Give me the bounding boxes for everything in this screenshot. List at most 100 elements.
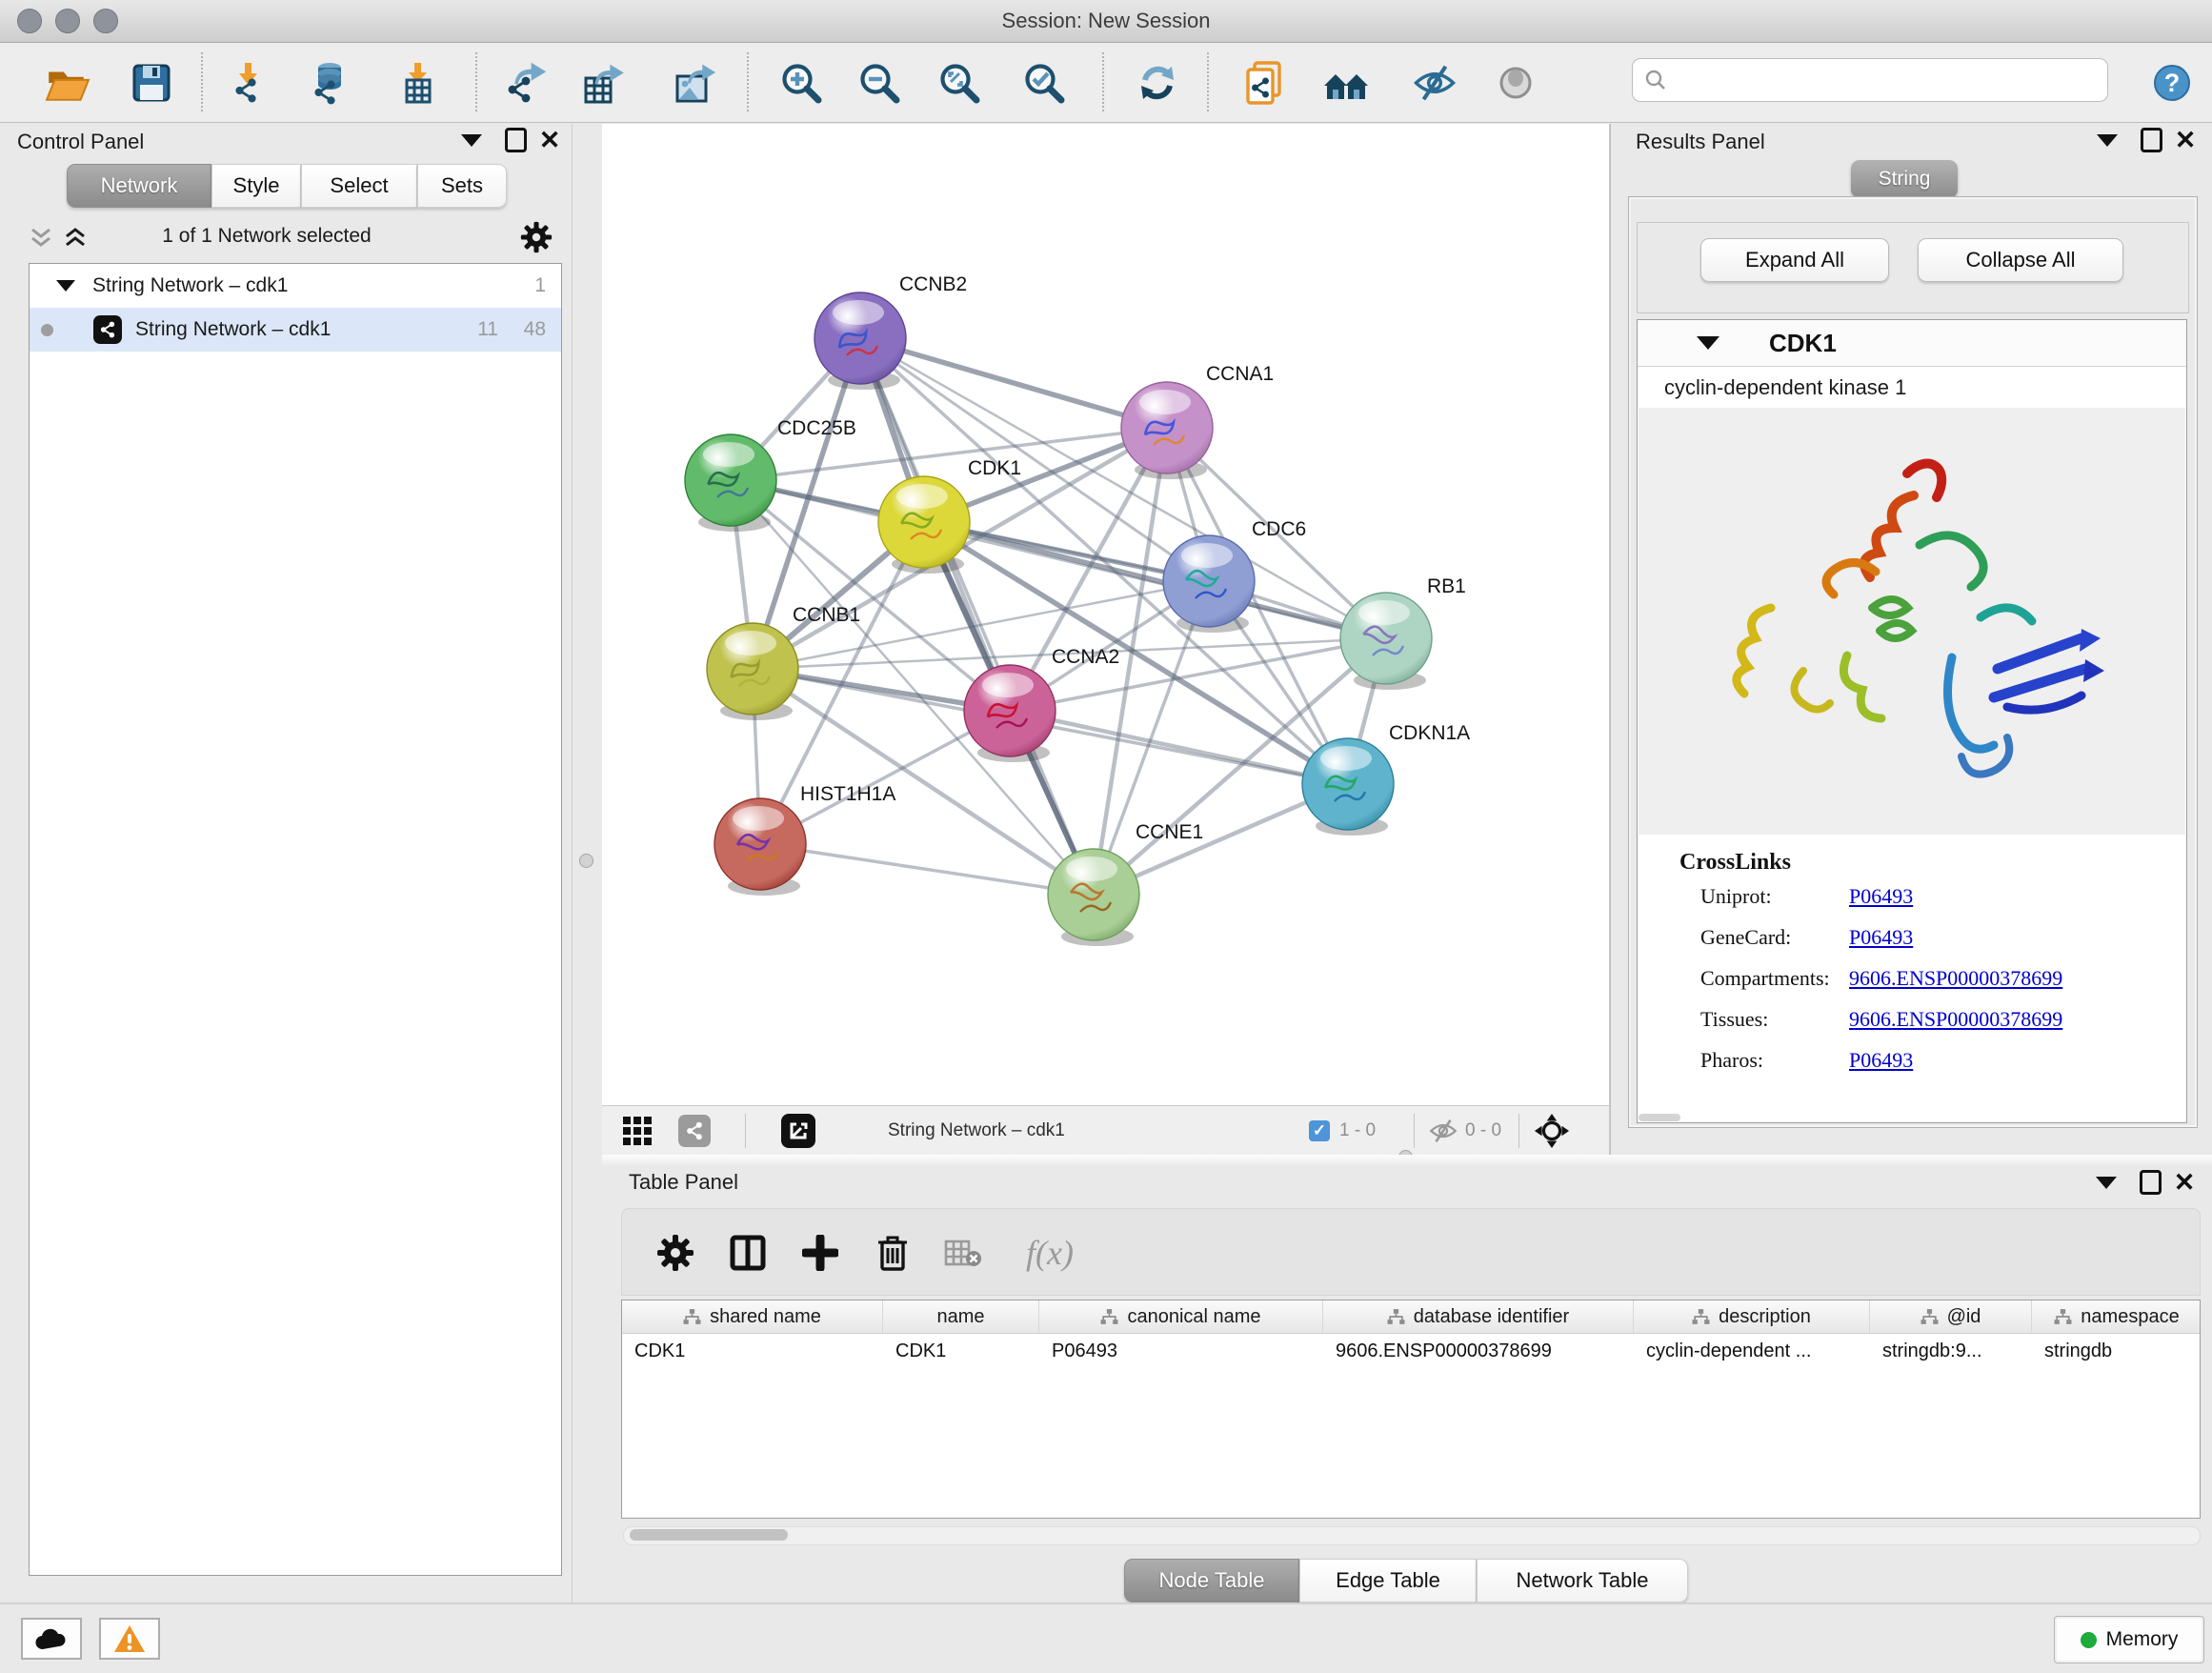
zoom-in-button[interactable] xyxy=(775,56,827,110)
warnings-button[interactable] xyxy=(99,1618,160,1660)
splitter-handle[interactable] xyxy=(579,854,593,868)
cell-database-identifier[interactable]: 9606.ENSP00000378699 xyxy=(1323,1335,1634,1367)
open-session-button[interactable] xyxy=(42,56,93,110)
network-edge-HIST1H1A-CCNE1[interactable] xyxy=(760,844,1094,895)
refresh-layout-button[interactable] xyxy=(1132,56,1183,110)
left-splitter[interactable] xyxy=(572,124,603,1602)
function-builder-button[interactable]: f(x) xyxy=(1007,1226,1093,1280)
tab-style[interactable]: Style xyxy=(211,164,301,208)
export-image-button[interactable] xyxy=(670,56,721,110)
network-collection-row[interactable]: String Network – cdk1 1 xyxy=(30,264,561,308)
selected-checkbox-icon[interactable]: ✓ xyxy=(1309,1120,1330,1141)
column-header-shared-name[interactable]: shared name xyxy=(622,1300,883,1333)
column-header-description[interactable]: description xyxy=(1634,1300,1870,1333)
show-columns-button[interactable] xyxy=(721,1226,774,1280)
tab-network[interactable]: Network xyxy=(67,164,211,208)
network-node-RB1[interactable]: RB1 xyxy=(1340,575,1466,690)
create-column-button[interactable] xyxy=(794,1226,847,1280)
table-options-button[interactable] xyxy=(649,1226,702,1280)
tree-expand-icon[interactable] xyxy=(56,280,75,292)
tab-sets[interactable]: Sets xyxy=(417,164,507,208)
cell-description[interactable]: cyclin-dependent ... xyxy=(1634,1335,1870,1367)
memory-button[interactable]: Memory xyxy=(2054,1616,2204,1663)
import-network-database-button[interactable] xyxy=(303,56,354,110)
share-document-button[interactable] xyxy=(1239,56,1291,110)
results-panel: Results Panel ✕ String Expand All Collap… xyxy=(1610,124,2212,1155)
help-button[interactable]: ? xyxy=(2146,56,2198,110)
import-network-file-button[interactable] xyxy=(222,56,273,110)
network-node-CDKN1A[interactable]: CDKN1A xyxy=(1302,722,1470,836)
control-panel-collapse-button[interactable] xyxy=(455,126,488,154)
delete-column-button[interactable] xyxy=(866,1226,919,1280)
save-session-button[interactable] xyxy=(126,56,177,110)
cell-namespace[interactable]: stringdb xyxy=(2032,1335,2202,1367)
tissues-link[interactable]: 9606.ENSP00000378699 xyxy=(1849,1007,2062,1032)
open-browser-button[interactable] xyxy=(1320,56,1372,110)
cell-shared-name[interactable]: CDK1 xyxy=(622,1335,883,1367)
column-header-name[interactable]: name xyxy=(883,1300,1039,1333)
hidden-counter: 0 - 0 xyxy=(1429,1106,1501,1156)
column-header-namespace[interactable]: namespace xyxy=(2032,1300,2202,1333)
cell-name[interactable]: CDK1 xyxy=(883,1335,1039,1367)
results-panel-title: Results Panel xyxy=(1636,130,1765,154)
tab-string[interactable]: String xyxy=(1851,160,1958,198)
hide-annotations-button[interactable] xyxy=(1409,56,1460,110)
export-table-button[interactable] xyxy=(578,56,630,110)
network-node-CCNB2[interactable]: CCNB2 xyxy=(814,273,967,390)
columns-icon xyxy=(729,1234,767,1272)
network-node-HIST1H1A[interactable]: HIST1H1A xyxy=(714,783,895,896)
results-panel-float-button[interactable] xyxy=(2135,126,2167,154)
node-label-CCNB1: CCNB1 xyxy=(793,604,860,626)
network-edge-CCNB2-CCNA1[interactable] xyxy=(860,338,1167,428)
column-header-database-identifier[interactable]: database identifier xyxy=(1323,1300,1634,1333)
birdseye-toggle-button[interactable] xyxy=(781,1106,815,1156)
section-collapse-icon[interactable] xyxy=(1697,336,1719,350)
expand-all-chevrons-icon[interactable] xyxy=(63,227,88,250)
fit-content-button[interactable] xyxy=(1534,1106,1570,1156)
delete-table-button[interactable] xyxy=(936,1226,990,1280)
zoom-out-button[interactable] xyxy=(854,56,905,110)
table-panel-float-button[interactable] xyxy=(2134,1168,2166,1197)
collapse-all-button[interactable]: Collapse All xyxy=(1918,238,2123,282)
network-edge-CCNA2-CDKN1A[interactable] xyxy=(1010,711,1348,784)
network-node-CDK1[interactable]: CDK1 xyxy=(878,457,1021,574)
tab-node-table[interactable]: Node Table xyxy=(1124,1559,1299,1602)
network-node-CCNA1[interactable]: CCNA1 xyxy=(1121,363,1274,479)
scrollbar-thumb[interactable] xyxy=(630,1529,788,1541)
cell-canonical-name[interactable]: P06493 xyxy=(1039,1335,1323,1367)
tab-select[interactable]: Select xyxy=(301,164,417,208)
pharos-link[interactable]: P06493 xyxy=(1849,1048,1913,1073)
zoom-fit-button[interactable] xyxy=(934,56,985,110)
network-node-CCNB1[interactable]: CCNB1 xyxy=(707,604,860,720)
table-panel-close-button[interactable]: ✕ xyxy=(2168,1168,2201,1197)
compartments-link[interactable]: 9606.ENSP00000378699 xyxy=(1849,966,2062,991)
collapse-all-chevrons-icon[interactable] xyxy=(29,227,53,250)
network-row[interactable]: String Network – cdk1 11 48 xyxy=(30,308,561,352)
expand-all-button[interactable]: Expand All xyxy=(1700,238,1889,282)
uniprot-link[interactable]: P06493 xyxy=(1849,884,1913,909)
table-horizontal-scrollbar[interactable] xyxy=(623,1526,2201,1545)
network-canvas[interactable]: CCNB2CCNA1CDC25BCDK1CDC6RB1CCNB1CCNA2CDK… xyxy=(602,124,1610,1105)
results-panel-collapse-button[interactable] xyxy=(2091,126,2123,154)
results-scrollbar-thumb[interactable] xyxy=(1639,1114,1680,1121)
cell-id[interactable]: stringdb:9... xyxy=(1870,1335,2032,1367)
gear-icon[interactable] xyxy=(520,221,553,253)
column-header-id[interactable]: @id xyxy=(1870,1300,2032,1333)
view-grid-button[interactable] xyxy=(623,1106,652,1156)
gene-section-header[interactable]: CDK1 xyxy=(1638,320,2186,367)
show-graphics-details-button[interactable] xyxy=(1490,56,1541,110)
tab-edge-table[interactable]: Edge Table xyxy=(1299,1559,1477,1602)
view-share-button[interactable] xyxy=(678,1106,711,1156)
results-panel-close-button[interactable]: ✕ xyxy=(2169,126,2202,154)
cloud-status-button[interactable] xyxy=(21,1618,82,1660)
zoom-selected-button[interactable] xyxy=(1018,56,1070,110)
control-panel-float-button[interactable] xyxy=(499,126,532,154)
table-panel-collapse-button[interactable] xyxy=(2090,1168,2122,1197)
column-header-canonical-name[interactable]: canonical name xyxy=(1039,1300,1323,1333)
import-table-button[interactable] xyxy=(392,56,443,110)
export-network-button[interactable] xyxy=(500,56,552,110)
tab-network-table[interactable]: Network Table xyxy=(1477,1559,1688,1602)
control-panel-close-button[interactable]: ✕ xyxy=(533,126,566,154)
genecard-link[interactable]: P06493 xyxy=(1849,925,1913,950)
search-input[interactable] xyxy=(1675,69,2107,92)
